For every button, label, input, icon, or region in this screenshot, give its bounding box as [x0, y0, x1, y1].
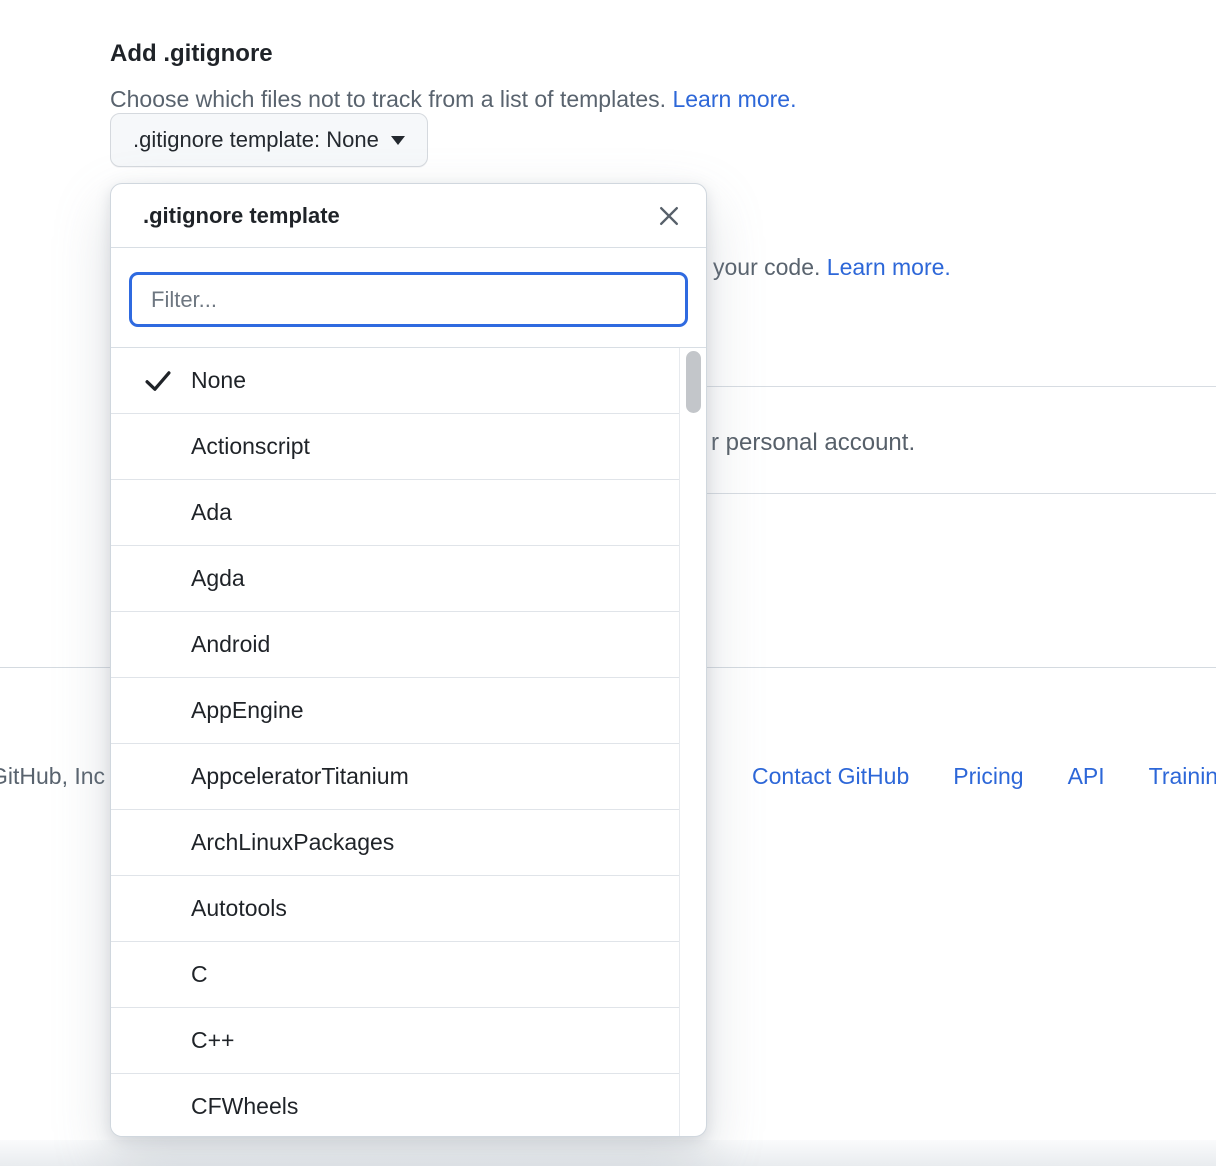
template-option-appceleratortitanium[interactable]: AppceleratorTitanium: [111, 744, 679, 810]
gitignore-template-dialog: .gitignore template None Actionscript Ada A…: [110, 183, 707, 1137]
template-option-autotools[interactable]: Autotools: [111, 876, 679, 942]
template-option-c-[interactable]: C++: [111, 1008, 679, 1074]
scrollbar-thumb[interactable]: [686, 351, 701, 413]
template-option-appengine[interactable]: AppEngine: [111, 678, 679, 744]
page-title: Add .gitignore: [110, 38, 273, 70]
section-description: Choose which files not to track from a l…: [110, 85, 796, 114]
template-option-c[interactable]: C: [111, 942, 679, 1008]
x-icon: [656, 203, 682, 229]
list-gutter-divider: [679, 348, 680, 1136]
template-option-label: Android: [191, 631, 270, 658]
template-option-cfwheels[interactable]: CFWheels: [111, 1074, 679, 1136]
page-bottom-strip: [0, 1140, 1216, 1166]
template-option-label: Autotools: [191, 895, 287, 922]
template-option-label: CFWheels: [191, 1093, 298, 1120]
template-option-actionscript[interactable]: Actionscript: [111, 414, 679, 480]
template-option-ada[interactable]: Ada: [111, 480, 679, 546]
dialog-header: .gitignore template: [111, 184, 706, 248]
footer-link-api[interactable]: API: [1068, 762, 1105, 791]
template-option-label: C++: [191, 1027, 234, 1054]
footer-link-training[interactable]: Training: [1149, 762, 1216, 791]
template-option-android[interactable]: Android: [111, 612, 679, 678]
template-option-archlinuxpackages[interactable]: ArchLinuxPackages: [111, 810, 679, 876]
account-text-fragment: r personal account.: [711, 428, 915, 458]
license-fragment-text: your code.: [713, 254, 827, 280]
template-option-label: ArchLinuxPackages: [191, 829, 394, 856]
template-list: None Actionscript Ada Agda Android AppEngine A…: [111, 348, 706, 1136]
check-icon: [144, 370, 172, 392]
template-option-none[interactable]: None: [111, 348, 679, 414]
dialog-title: .gitignore template: [143, 203, 340, 229]
footer-link-pricing[interactable]: Pricing: [953, 762, 1023, 791]
caret-down-icon: [391, 136, 405, 145]
section-description-text: Choose which files not to track from a l…: [110, 86, 672, 112]
template-option-label: None: [191, 367, 246, 394]
close-button[interactable]: [652, 199, 686, 233]
template-option-label: Actionscript: [191, 433, 310, 460]
footer-links: Contact GitHub Pricing API Training: [752, 762, 1216, 791]
template-option-label: AppEngine: [191, 697, 304, 724]
template-option-label: C: [191, 961, 208, 988]
license-text-fragment: your code. Learn more.: [713, 253, 951, 282]
template-option-label: Agda: [191, 565, 245, 592]
footer-link-contact-github[interactable]: Contact GitHub: [752, 762, 909, 791]
footer-copyright: GitHub, Inc: [0, 762, 105, 791]
license-learn-more-link[interactable]: Learn more.: [827, 254, 951, 280]
template-option-label: AppceleratorTitanium: [191, 763, 409, 790]
filter-section: [111, 248, 706, 348]
filter-input[interactable]: [129, 272, 688, 327]
template-option-agda[interactable]: Agda: [111, 546, 679, 612]
gitignore-template-button-label: .gitignore template: None: [133, 127, 379, 153]
gitignore-template-button[interactable]: .gitignore template: None: [110, 113, 428, 167]
template-option-label: Ada: [191, 499, 232, 526]
learn-more-link[interactable]: Learn more.: [672, 86, 796, 112]
